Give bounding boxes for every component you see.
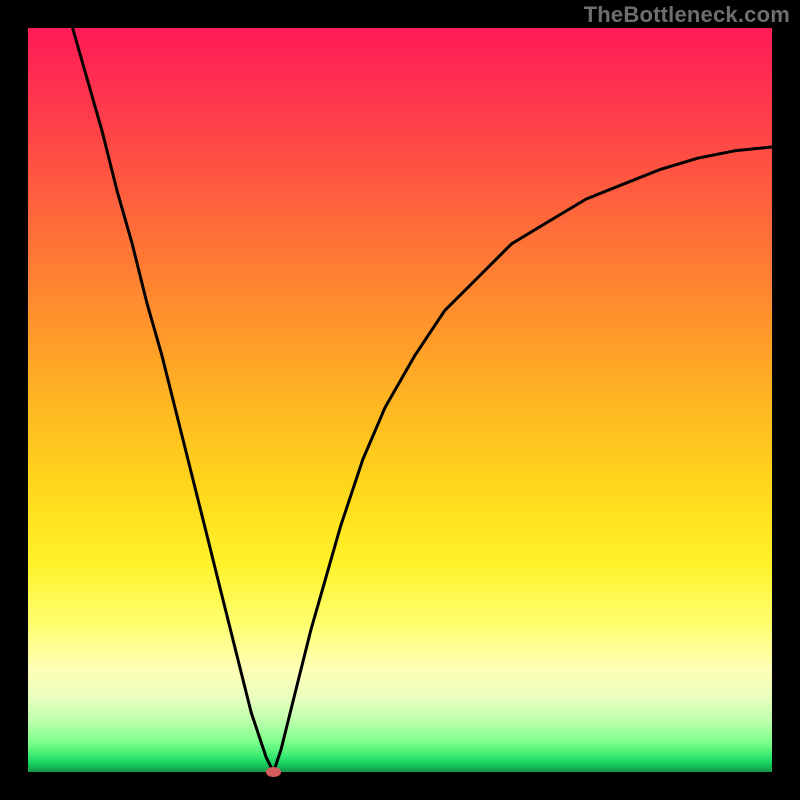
- watermark-text: TheBottleneck.com: [584, 2, 790, 28]
- curve-svg: [28, 28, 772, 772]
- optimal-point-marker: [266, 767, 280, 777]
- plot-area: [28, 28, 772, 772]
- chart-root: TheBottleneck.com: [0, 0, 800, 800]
- bottleneck-curve: [73, 28, 772, 772]
